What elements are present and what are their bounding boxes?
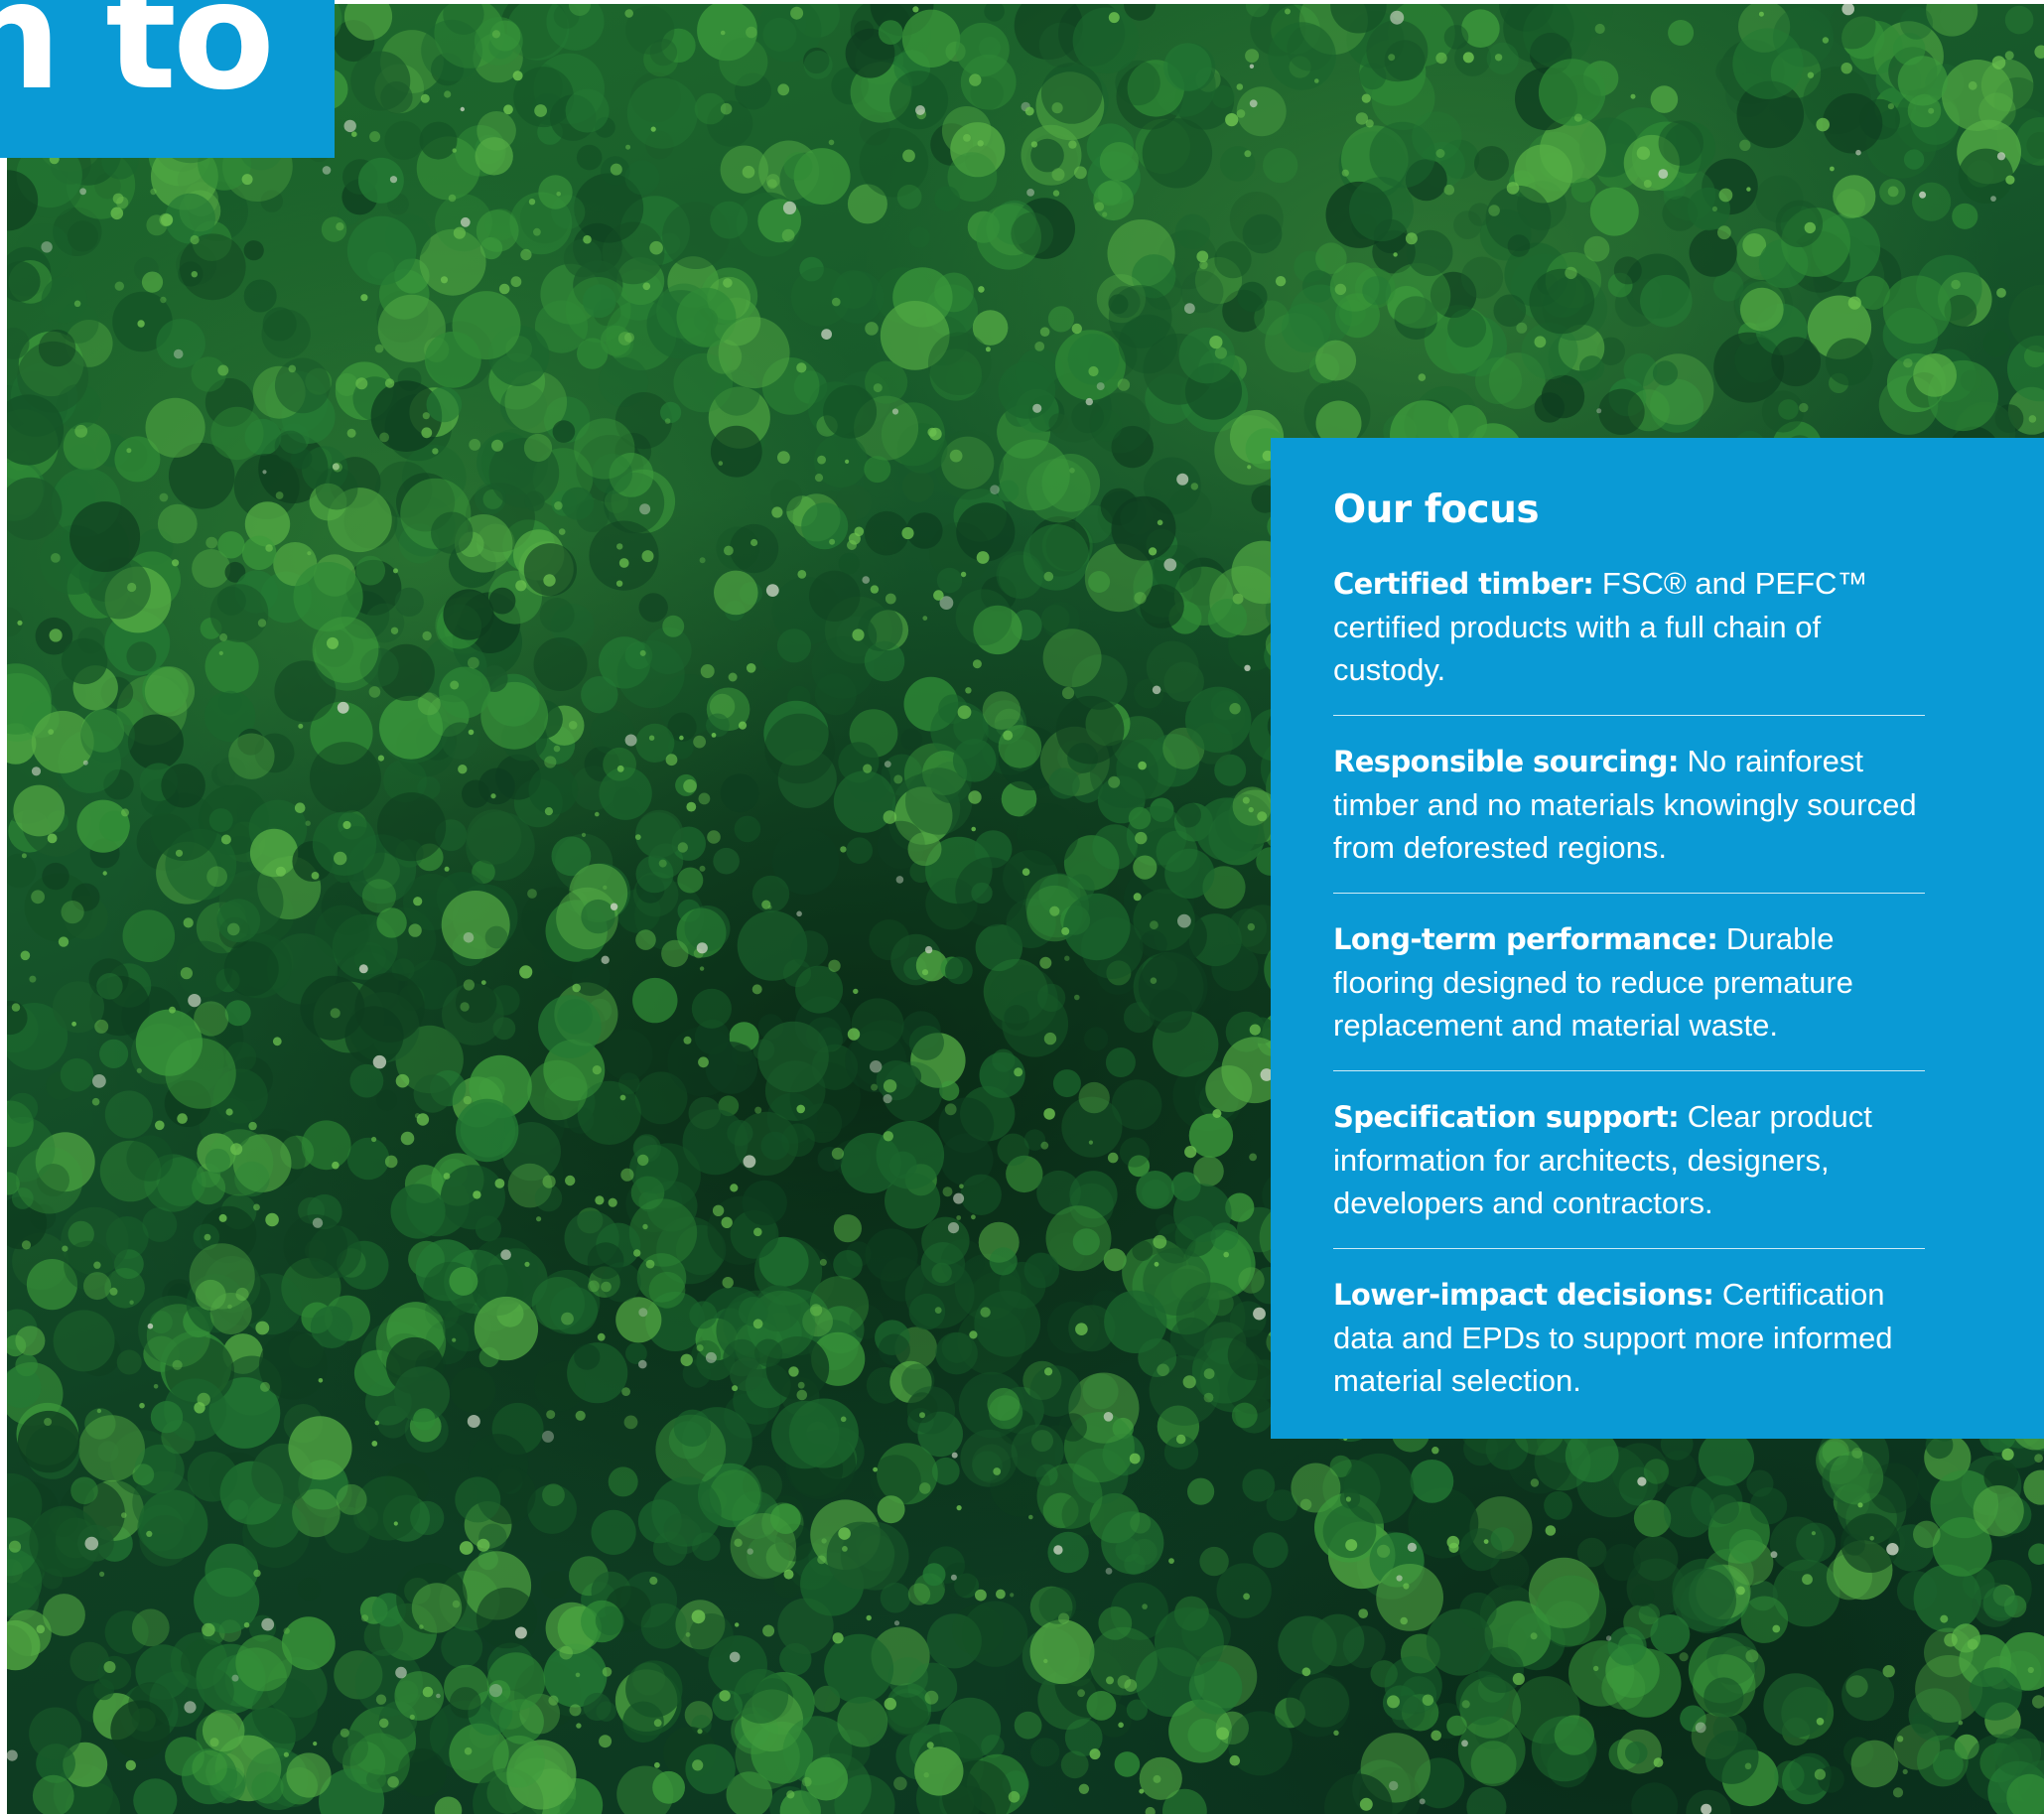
focus-item-long-term-performance: Long-term performance: Durable flooring … bbox=[1333, 917, 1925, 1071]
focus-item-lower-impact-decisions: Lower-impact decisions: Certification da… bbox=[1333, 1273, 1925, 1426]
focus-item-specification-support: Specification support: Clear product inf… bbox=[1333, 1095, 1925, 1249]
focus-item-lead: Long-term performance: bbox=[1333, 921, 1718, 956]
focus-item-lead: Specification support: bbox=[1333, 1099, 1680, 1134]
focus-title: Our focus bbox=[1333, 488, 1540, 532]
focus-item-lead: Lower-impact decisions: bbox=[1333, 1277, 1714, 1312]
focus-panel: Our focus Certified timber: FSC® and PEF… bbox=[1271, 438, 2044, 1439]
focus-list: Certified timber: FSC® and PEFC™ certifi… bbox=[1333, 562, 1925, 1426]
headline-tab: n to bbox=[0, 0, 335, 158]
focus-item-lead: Responsible sourcing: bbox=[1333, 744, 1680, 778]
focus-item-lead: Certified timber: bbox=[1333, 566, 1594, 601]
headline-text: n to bbox=[0, 0, 275, 123]
focus-item-certified-timber: Certified timber: FSC® and PEFC™ certifi… bbox=[1333, 562, 1925, 716]
focus-item-responsible-sourcing: Responsible sourcing: No rainforest timb… bbox=[1333, 740, 1925, 894]
page: n to Our focus Certified timber: FSC® an… bbox=[0, 0, 2044, 1814]
